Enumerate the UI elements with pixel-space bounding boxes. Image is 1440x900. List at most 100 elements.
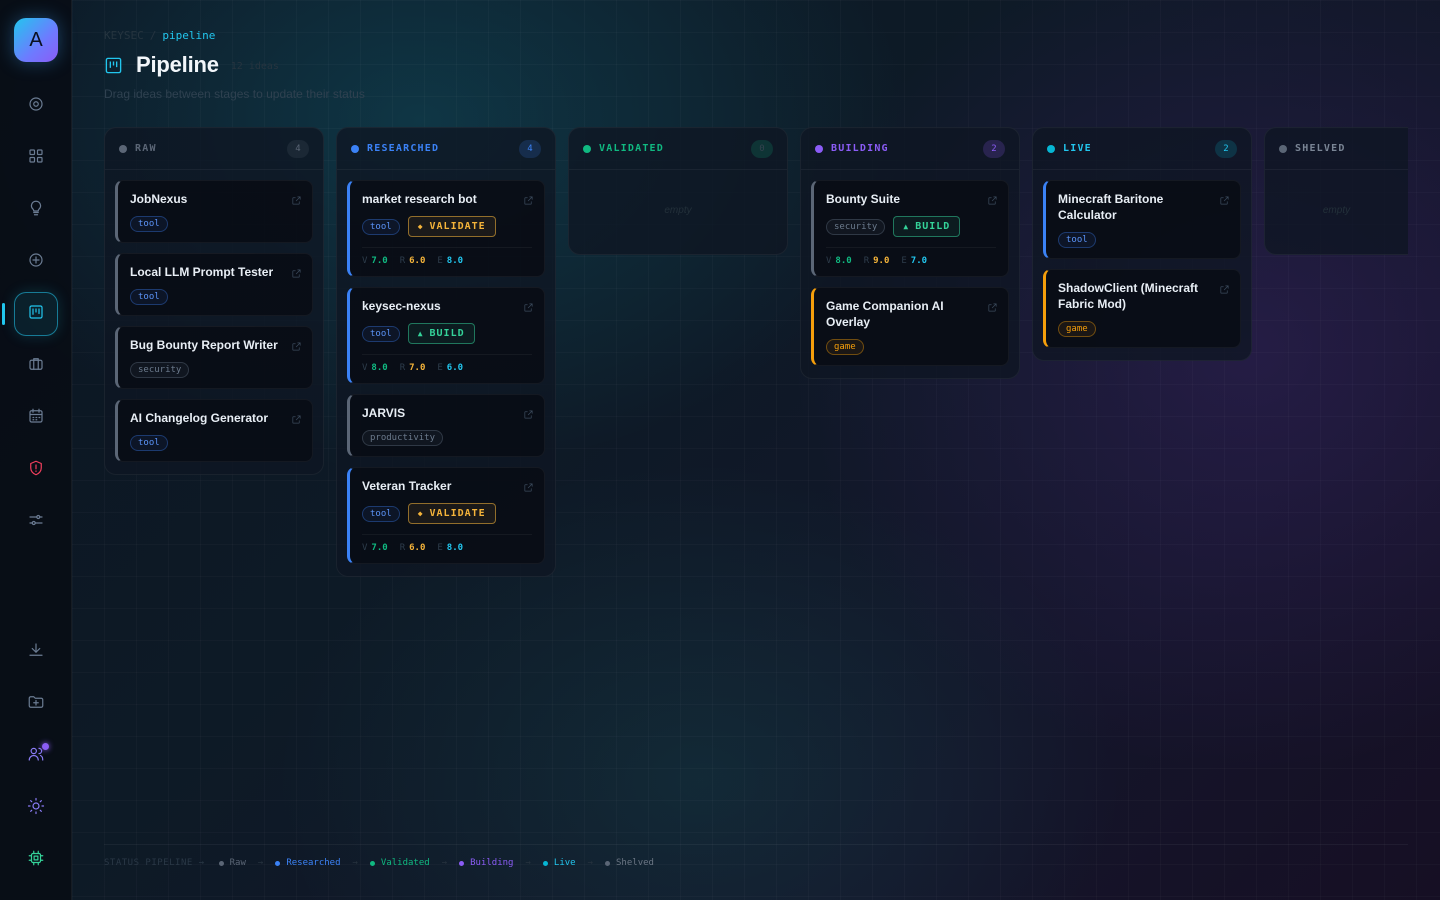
action-label: BUILD: [915, 221, 951, 232]
triangle-up-icon: ▲: [417, 329, 424, 338]
column-label: VALIDATED: [599, 143, 664, 154]
external-link-icon[interactable]: [1219, 193, 1230, 205]
legend-label: Validated: [380, 858, 430, 868]
active-indicator: [2, 303, 5, 325]
column-researched[interactable]: RESEARCHED 4 market research bot tool ◆ VALID…: [336, 127, 556, 577]
sidebar-item-calendar[interactable]: [14, 396, 58, 440]
category-tag: tool: [362, 325, 400, 342]
idea-card[interactable]: Game Companion AI Overlay game: [811, 287, 1009, 366]
external-link-icon[interactable]: [987, 193, 998, 205]
empty-placeholder: empty: [1322, 204, 1351, 216]
idea-card[interactable]: Bug Bounty Report Writer security: [115, 326, 313, 389]
sidebar-item-ideas[interactable]: [14, 188, 58, 232]
app-logo[interactable]: A: [14, 18, 58, 62]
column-raw[interactable]: RAW 4 JobNexus tool Local LLM Prompt Tester t…: [104, 127, 324, 475]
column-validated[interactable]: VALIDATED 0 empty: [568, 127, 788, 255]
build-button[interactable]: ▲ BUILD: [407, 323, 475, 344]
idea-card[interactable]: AI Changelog Generator tool: [115, 399, 313, 462]
score-value: 7.0: [409, 363, 426, 373]
column-building[interactable]: BUILDING 2 Bounty Suite security ▲ BUILD V 8.0 R…: [800, 127, 1020, 379]
score-key: V: [362, 256, 368, 266]
column-count: 2: [1215, 139, 1237, 158]
pipeline-icon: [27, 303, 45, 326]
column-label: RAW: [135, 143, 157, 154]
external-link-icon[interactable]: [987, 300, 998, 312]
column-header: LIVE 2: [1033, 128, 1251, 170]
sidebar-item-import[interactable]: [14, 682, 58, 726]
idea-count: 12 ideas: [230, 61, 279, 72]
sidebar-item-overview[interactable]: [14, 84, 58, 128]
triangle-up-icon: ▲: [903, 222, 910, 231]
column-count: 4: [287, 139, 309, 158]
category-tag: tool: [130, 216, 168, 232]
sidebar-item-projects[interactable]: [14, 344, 58, 388]
idea-card[interactable]: Bounty Suite security ▲ BUILD V 8.0 R 9.0 E 7.0: [811, 180, 1009, 277]
sidebar-item-theme[interactable]: [14, 786, 58, 830]
card-title: AI Changelog Generator: [130, 411, 269, 425]
category-tag: tool: [130, 289, 168, 305]
column-header: RESEARCHED 4: [337, 128, 555, 170]
column-header: VALIDATED 0: [569, 128, 787, 170]
validate-button[interactable]: ◆ VALIDATE: [407, 216, 496, 237]
score-key: E: [437, 363, 443, 373]
sidebar-item-add[interactable]: [14, 240, 58, 284]
empty-placeholder: empty: [664, 204, 692, 216]
idea-card[interactable]: Minecraft Baritone Calculator tool: [1043, 180, 1241, 259]
external-link-icon[interactable]: [291, 193, 302, 205]
external-link-icon[interactable]: [523, 407, 534, 419]
idea-card[interactable]: keysec-nexus tool ▲ BUILD V 8.0 R 7.0 E 6.0: [347, 287, 545, 384]
card-scores: V 7.0 R 6.0 E 8.0: [362, 247, 532, 266]
column-live[interactable]: LIVE 2 Minecraft Baritone Calculator tool Sh…: [1032, 127, 1252, 361]
idea-card[interactable]: JobNexus tool: [115, 180, 313, 243]
breadcrumb-separator: /: [149, 29, 157, 42]
external-link-icon[interactable]: [291, 266, 302, 278]
sidebar-item-dashboard[interactable]: [14, 136, 58, 180]
breadcrumb-root[interactable]: KEYSEC: [104, 29, 144, 42]
external-link-icon[interactable]: [523, 480, 534, 492]
card-tags: security ▲ BUILD: [826, 216, 996, 237]
score-value: 8.0: [835, 256, 852, 266]
idea-card[interactable]: Local LLM Prompt Tester tool: [115, 253, 313, 316]
card-tags: tool ◆ VALIDATE: [362, 216, 532, 237]
download-icon: [27, 641, 45, 664]
column-header: SHELVED: [1265, 128, 1408, 170]
status-legend: STATUS PIPELINE → Raw → Researched → Validat…: [104, 858, 654, 868]
idea-card[interactable]: Veteran Tracker tool ◆ VALIDATE V 7.0 R 6.0 E 8.0: [347, 467, 545, 564]
score-e: E 6.0: [437, 363, 463, 373]
score-v: V 8.0: [826, 256, 852, 266]
legend-dot: [459, 860, 465, 866]
sidebar-item-pipeline[interactable]: [14, 292, 58, 336]
sidebar-item-team[interactable]: [14, 734, 58, 778]
lightbulb-icon: [27, 199, 45, 222]
sidebar-item-export[interactable]: [14, 630, 58, 674]
legend-lead: STATUS PIPELINE →: [104, 858, 205, 868]
idea-card[interactable]: ShadowClient (Minecraft Fabric Mod) game: [1043, 269, 1241, 348]
status-dot: [815, 144, 823, 153]
score-value: 6.0: [446, 363, 464, 373]
category-tag: game: [1058, 321, 1096, 337]
external-link-icon[interactable]: [1219, 282, 1230, 294]
sidebar-item-security[interactable]: [14, 448, 58, 492]
idea-card[interactable]: JARVIS productivity: [347, 394, 545, 457]
column-shelved[interactable]: SHELVED empty: [1264, 127, 1408, 255]
legend-item-validated: Validated: [369, 858, 430, 868]
legend-arrow: →: [587, 858, 594, 868]
pipeline-icon: [104, 56, 123, 75]
external-link-icon[interactable]: [523, 193, 534, 205]
score-value: 8.0: [371, 363, 388, 373]
external-link-icon[interactable]: [291, 339, 302, 351]
column-label: SHELVED: [1295, 143, 1346, 154]
breadcrumb-current: pipeline: [162, 29, 216, 42]
external-link-icon[interactable]: [523, 300, 534, 312]
idea-card[interactable]: market research bot tool ◆ VALIDATE V 7.0 R 6.0…: [347, 180, 545, 277]
sidebar-item-system[interactable]: [14, 838, 58, 882]
external-link-icon[interactable]: [291, 412, 302, 424]
card-title: Bounty Suite: [826, 192, 900, 206]
score-r: R 7.0: [400, 363, 426, 373]
score-v: V 7.0: [362, 543, 388, 553]
sidebar-item-filters[interactable]: [14, 500, 58, 544]
build-button[interactable]: ▲ BUILD: [893, 216, 961, 237]
legend-item-raw: Raw: [218, 858, 246, 868]
validate-button[interactable]: ◆ VALIDATE: [407, 503, 496, 524]
category-tag: game: [826, 339, 864, 355]
